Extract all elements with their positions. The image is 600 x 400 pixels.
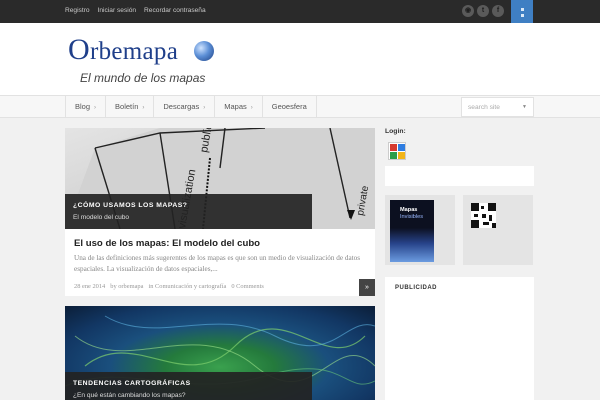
site-logo[interactable]: Orbemapa xyxy=(68,33,178,67)
post-caption-sub: ¿En qué están cambiando los mapas? xyxy=(73,392,186,399)
post-image-cube[interactable]: public visualization private ¿CÓMO USAMO… xyxy=(65,128,375,229)
main-nav: Blog › Boletín › Descargas › Mapas › Geoesfe… xyxy=(0,95,600,118)
chevron-down-icon: › xyxy=(250,105,253,111)
post-date: 28 ene 2014 xyxy=(74,283,106,290)
post-image-globe[interactable]: TENDENCIAS CARTOGRÁFICAS ¿En qué están c… xyxy=(65,306,375,400)
search-placeholder: search site xyxy=(468,104,500,111)
search-input[interactable]: search site ▼ xyxy=(461,97,534,117)
login-label: Login: xyxy=(385,128,406,135)
qr-code-icon xyxy=(471,203,496,228)
post-category-link[interactable]: in Comunicación y cartografía xyxy=(148,283,226,290)
post-category: TENDENCIAS CARTOGRÁFICAS xyxy=(73,380,191,387)
nav-item-geoesfera[interactable]: Geoesfera xyxy=(263,96,317,118)
sidebar-panel xyxy=(385,166,534,186)
post-excerpt: Una de las definiciones más sugerentes d… xyxy=(74,254,361,273)
read-more-button[interactable]: » xyxy=(359,279,375,296)
caret-down-icon: ▼ xyxy=(522,104,527,110)
book-cover: Mapas Invisibles xyxy=(390,200,434,262)
recover-password-link[interactable]: Recordar contraseña xyxy=(144,7,206,14)
logo-rest: rbemapa xyxy=(89,38,179,65)
advertising-title: PUBLICIDAD xyxy=(395,285,437,291)
qr-code-ad[interactable] xyxy=(463,195,533,265)
post-title[interactable]: El uso de los mapas: El modelo del cubo xyxy=(74,238,260,249)
post-category: ¿CÓMO USAMOS LOS MAPAS? xyxy=(73,202,188,209)
advertising-panel: PUBLICIDAD xyxy=(385,277,534,400)
post-caption[interactable]: TENDENCIAS CARTOGRÁFICAS ¿En qué están c… xyxy=(65,372,312,400)
social-icons: ◉ t f xyxy=(462,5,504,17)
top-bar: Registro Iniciar sesión Recordar contras… xyxy=(0,0,600,23)
post-caption[interactable]: ¿CÓMO USAMOS LOS MAPAS? El modelo del cu… xyxy=(65,194,312,229)
facebook-icon[interactable]: f xyxy=(492,5,504,17)
twitter-icon[interactable]: t xyxy=(477,5,489,17)
post-meta: 28 ene 2014 by orbemapa in Comunicación … xyxy=(74,283,264,290)
globe-icon xyxy=(194,41,214,61)
register-link[interactable]: Registro xyxy=(65,7,90,14)
nav-item-descargas[interactable]: Descargas › xyxy=(154,96,216,118)
post-card: public visualization private ¿CÓMO USAMO… xyxy=(65,128,375,296)
book-subtitle: Invisibles xyxy=(400,214,424,220)
post-author[interactable]: by orbemapa xyxy=(110,283,143,290)
nav-item-boletin[interactable]: Boletín › xyxy=(106,96,155,118)
rss-icon[interactable]: ◉ xyxy=(462,5,474,17)
logo-initial: O xyxy=(68,33,90,66)
chevron-down-icon: › xyxy=(94,105,97,111)
site-tagline: El mundo de los mapas xyxy=(80,71,206,85)
book-ad[interactable]: Mapas Invisibles xyxy=(385,195,455,265)
google-icon[interactable] xyxy=(388,142,406,160)
nav-item-blog[interactable]: Blog › xyxy=(66,96,107,118)
post-caption-sub: El modelo del cubo xyxy=(73,214,130,221)
nav-item-mapas[interactable]: Mapas › xyxy=(215,96,263,118)
chevron-down-icon: › xyxy=(203,105,206,111)
login-link[interactable]: Iniciar sesión xyxy=(98,7,136,14)
site-header: Orbemapa El mundo de los mapas xyxy=(0,23,600,95)
chevron-down-icon: › xyxy=(142,105,145,111)
book-title: Mapas xyxy=(400,207,418,213)
top-links: Registro Iniciar sesión Recordar contras… xyxy=(65,7,206,14)
post-comments[interactable]: 0 Comments xyxy=(231,283,264,290)
